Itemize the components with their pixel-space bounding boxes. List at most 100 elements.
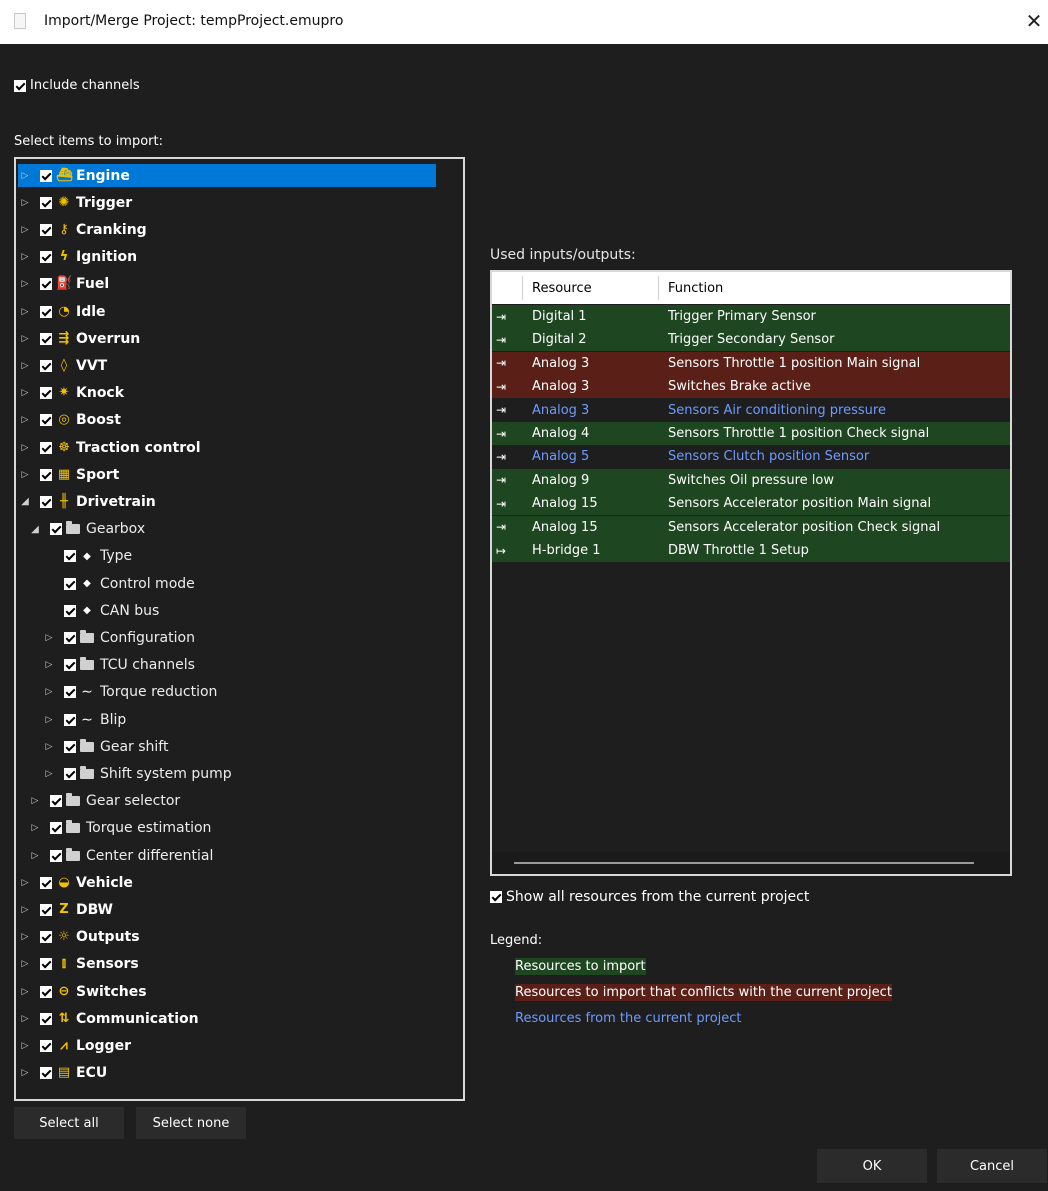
cancel-button[interactable]: Cancel [937,1149,1047,1183]
column-header-function[interactable]: Function [668,281,723,296]
tree-item[interactable]: ◆ CAN bus [16,597,463,624]
checkbox-icon[interactable] [40,359,52,372]
expand-arrow-icon[interactable]: ▷ [20,905,30,915]
expand-arrow-icon[interactable]: ▷ [20,307,30,317]
expand-arrow-icon[interactable]: ▷ [44,715,54,725]
table-row[interactable]: ⇥ Analog 5 Sensors Clutch position Sensor [492,445,1010,469]
checkbox-icon[interactable] [40,332,52,345]
expand-arrow-icon[interactable]: ▷ [20,878,30,888]
expand-arrow-icon[interactable]: ▷ [20,470,30,480]
expand-arrow-icon[interactable]: ▷ [20,987,30,997]
expand-arrow-icon[interactable]: ▷ [20,1041,30,1051]
tree-item[interactable]: ▷ ϟ Ignition [16,244,463,271]
tree-item[interactable]: ▷ ⫾ Sensors [16,951,463,978]
tree-item[interactable]: ▷ ⩘ Logger [16,1032,463,1059]
include-channels-checkbox[interactable]: Include channels [14,78,140,93]
checkbox-icon[interactable] [40,903,52,916]
tree-item[interactable]: ▷ ◔ Idle [16,298,463,325]
tree-item[interactable]: ◢ ╫ Drivetrain [16,488,463,515]
checkbox-icon[interactable] [490,891,502,903]
tree-item[interactable]: ▷ ◊ VVT [16,352,463,379]
tree-item[interactable]: ▷ ⇶ Overrun [16,325,463,352]
checkbox-icon[interactable] [64,550,76,563]
import-tree[interactable]: ▷ ⛴ Engine ▷ ✺ Trigger ▷ ⚷ Cranking ▷ ϟ Ignition ▷ ⛽ F… [14,157,465,1101]
checkbox-icon[interactable] [64,659,76,672]
tree-item[interactable]: ◆ Type [16,543,463,570]
expand-arrow-icon[interactable]: ▷ [30,851,40,861]
checkbox-icon[interactable] [40,958,52,971]
checkbox-icon[interactable] [64,604,76,617]
expand-arrow-icon[interactable]: ▷ [20,1068,30,1078]
checkbox-icon[interactable] [64,767,76,780]
show-all-resources-checkbox[interactable]: Show all resources from the current proj… [490,889,809,905]
checkbox-icon[interactable] [40,985,52,998]
checkbox-icon[interactable] [40,305,52,318]
expand-arrow-icon[interactable]: ▷ [20,388,30,398]
checkbox-icon[interactable] [40,931,52,944]
checkbox-icon[interactable] [50,523,62,536]
checkbox-icon[interactable] [64,686,76,699]
expand-arrow-icon[interactable]: ▷ [20,443,30,453]
expand-arrow-icon[interactable]: ▷ [20,932,30,942]
checkbox-icon[interactable] [50,822,62,835]
tree-item[interactable]: ◆ Control mode [16,570,463,597]
tree-item[interactable]: ▷ ◎ Boost [16,407,463,434]
tree-item[interactable]: ◢ Gearbox [16,516,463,543]
scrollbar-thumb[interactable] [514,862,974,864]
expand-arrow-icon[interactable]: ▷ [44,687,54,697]
tree-item[interactable]: ▷ ▤ ECU [16,1060,463,1087]
tree-item[interactable]: ▷ Z DBW [16,896,463,923]
expand-arrow-icon[interactable]: ▷ [44,660,54,670]
close-icon[interactable]: ✕ [1022,9,1046,33]
checkbox-icon[interactable] [40,495,52,508]
tree-item[interactable]: ▷ Gear shift [16,733,463,760]
checkbox-icon[interactable] [40,468,52,481]
tree-item[interactable]: ▷ ∼ Torque reduction [16,679,463,706]
checkbox-icon[interactable] [64,740,76,753]
table-row[interactable]: ⇥ Analog 15 Sensors Accelerator position C… [492,515,1010,539]
tree-item[interactable]: ▷ Torque estimation [16,815,463,842]
horizontal-scrollbar[interactable] [492,852,1010,874]
checkbox-icon[interactable] [40,223,52,236]
expand-arrow-icon[interactable]: ▷ [44,769,54,779]
checkbox-icon[interactable] [14,79,26,92]
expand-arrow-icon[interactable]: ▷ [20,279,30,289]
select-all-button[interactable]: Select all [14,1107,124,1139]
tree-item[interactable]: ▷ ⇅ Communication [16,1005,463,1032]
expand-arrow-icon[interactable]: ▷ [20,361,30,371]
tree-item[interactable]: ▷ ✺ Trigger [16,189,463,216]
used-io-table[interactable]: Resource Function ⇥ Digital 1 Trigger Prim… [490,270,1012,876]
expand-arrow-icon[interactable]: ▷ [44,742,54,752]
tree-item[interactable]: ▷ TCU channels [16,652,463,679]
tree-item[interactable]: ▷ ✷ Knock [16,380,463,407]
expand-arrow-icon[interactable]: ▷ [30,823,40,833]
checkbox-icon[interactable] [64,631,76,644]
checkbox-icon[interactable] [40,196,52,209]
expand-arrow-icon[interactable]: ▷ [20,334,30,344]
tree-item[interactable]: ▷ Shift system pump [16,760,463,787]
tree-item[interactable]: ▷ ⚷ Cranking [16,216,463,243]
checkbox-icon[interactable] [40,1012,52,1025]
table-row[interactable]: ⇥ Analog 9 Switches Oil pressure low [492,468,1010,492]
expand-arrow-icon[interactable]: ▷ [20,198,30,208]
checkbox-icon[interactable] [40,1067,52,1080]
checkbox-icon[interactable] [64,577,76,590]
tree-item[interactable]: ▷ ◒ Vehicle [16,869,463,896]
ok-button[interactable]: OK [817,1149,927,1183]
expand-arrow-icon[interactable]: ▷ [20,252,30,262]
tree-item[interactable]: ▷ Gear selector [16,788,463,815]
collapse-arrow-icon[interactable]: ◢ [30,524,40,535]
checkbox-icon[interactable] [40,876,52,889]
table-row[interactable]: ↦ H-bridge 1 DBW Throttle 1 Setup [492,539,1010,562]
tree-item[interactable]: ▷ ⊖ Switches [16,978,463,1005]
table-row[interactable]: ⇥ Digital 2 Trigger Secondary Sensor [492,328,1010,352]
table-row[interactable]: ⇥ Analog 3 Switches Brake active [492,375,1010,399]
checkbox-icon[interactable] [40,1039,52,1052]
expand-arrow-icon[interactable]: ▷ [20,171,30,181]
checkbox-icon[interactable] [50,795,62,808]
expand-arrow-icon[interactable]: ▷ [20,1014,30,1024]
tree-item[interactable]: ▷ ⛴ Engine [16,162,463,189]
checkbox-icon[interactable] [40,169,52,182]
table-row[interactable]: ⇥ Analog 4 Sensors Throttle 1 position Che… [492,422,1010,445]
checkbox-icon[interactable] [40,414,52,427]
